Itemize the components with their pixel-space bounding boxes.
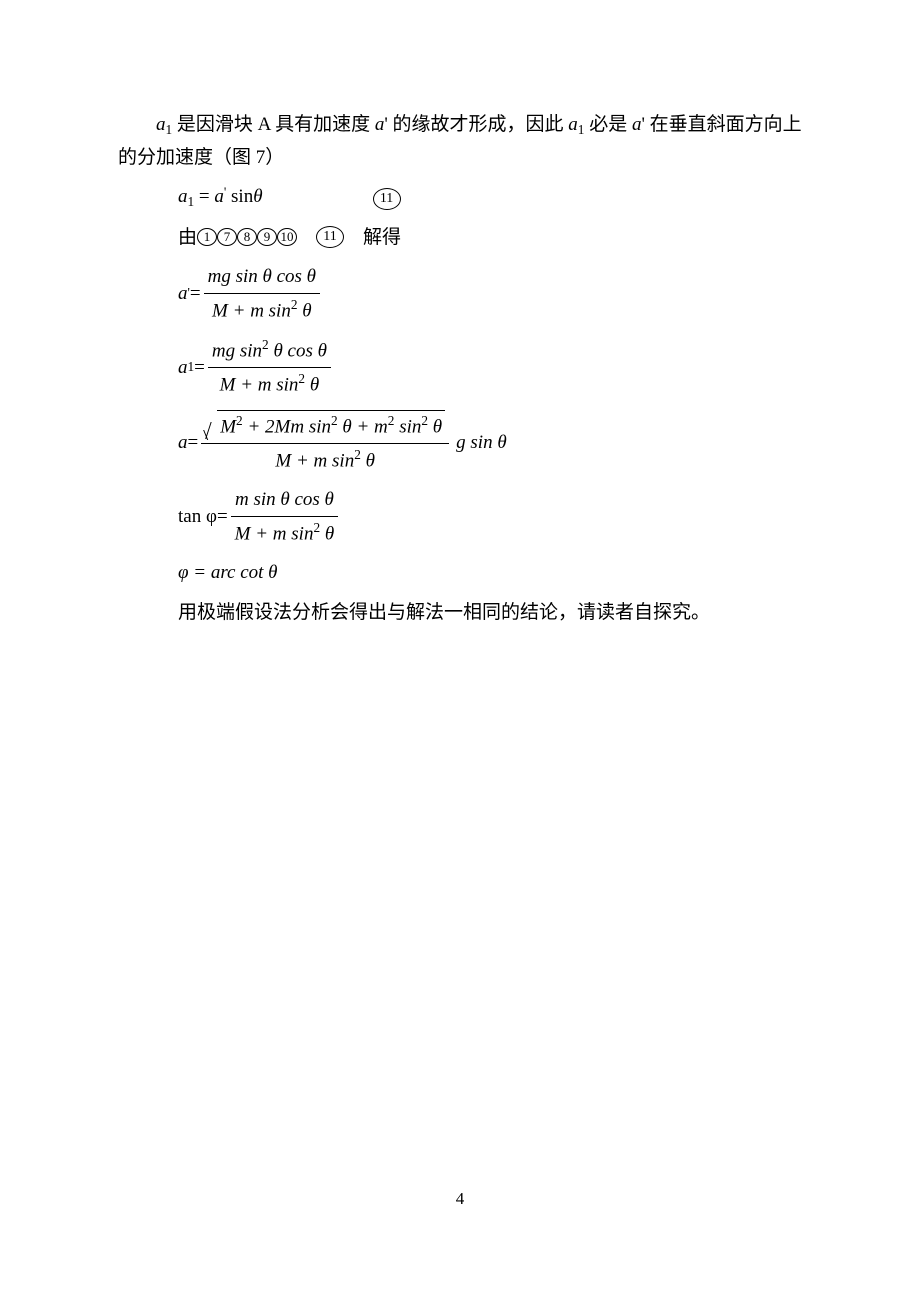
eqC-r4a: θ: [428, 416, 442, 437]
eqA-eq: =: [190, 279, 201, 308]
eqD-den-post: θ: [320, 523, 334, 544]
eqB-num-post: θ cos θ: [269, 341, 327, 362]
eq11-sin: sin: [226, 186, 253, 207]
equation-a: a = M2 + 2Mm sin2 θ + m2 sin2 θ M + m si…: [178, 410, 802, 476]
text: 必是: [589, 114, 627, 135]
var-aprime: a: [375, 114, 385, 135]
eqB-eq: =: [194, 353, 205, 382]
eqC-tail: g sin θ: [456, 428, 507, 457]
eqC-r2s: 2: [331, 413, 338, 428]
paragraph-1: a1 是因滑块 A 具有加速度 a' 的缘故才形成，因此 a1 必是 a' 在垂…: [118, 110, 802, 141]
eqD-frac: m sin θ cos θ M + m sin2 θ: [231, 485, 339, 548]
conclusion: 用极端假设法分析会得出与解法一相同的结论，请读者自探究。: [178, 598, 802, 627]
equation-tanphi: tan φ = m sin θ cos θ M + m sin2 θ: [178, 485, 802, 548]
eqB-frac: mg sin2 θ cos θ M + m sin2 θ: [208, 335, 331, 400]
equation-block: a1 = a' sinθ 11 由178910 11 解得 a' = mg si…: [178, 182, 802, 588]
eqC-lhs: a: [178, 428, 188, 457]
eqB-num-pre: mg sin: [212, 341, 262, 362]
equation-aprime: a' = mg sin θ cos θ M + m sin2 θ: [178, 262, 802, 325]
prime: ': [384, 114, 387, 135]
eqB-num-sup: 2: [262, 337, 269, 352]
prime-b: ': [641, 114, 644, 135]
eqD-eq: =: [217, 502, 228, 531]
eqB-lhs: a: [178, 353, 188, 382]
eq-label-11: 11: [373, 188, 401, 210]
ref-11: 11: [316, 226, 344, 248]
equation-a1: a1 = mg sin2 θ cos θ M + m sin2 θ: [178, 335, 802, 400]
eqC-r2b: θ + m: [338, 416, 388, 437]
eq11-ra: a: [214, 186, 224, 207]
sub-1: 1: [166, 122, 173, 137]
eqD-num: m sin θ cos θ: [235, 489, 334, 510]
text: 在垂直斜面方向上: [650, 114, 802, 135]
ref-9: 9: [257, 228, 277, 246]
eqE-text: φ = arc cot θ: [178, 558, 278, 587]
eqC-den-sup: 2: [354, 447, 361, 462]
refs-gap: [297, 223, 316, 252]
eqC-eq: =: [188, 428, 199, 457]
sub-1b: 1: [578, 122, 585, 137]
eq11-eq: =: [194, 186, 214, 207]
eqA-num: mg sin θ cos θ: [208, 266, 316, 287]
paragraph-1-line2: 的分加速度（图 7）: [118, 143, 802, 172]
eqB-sub: 1: [188, 357, 195, 378]
eqC-frac: M2 + 2Mm sin2 θ + m2 sin2 θ M + m sin2 θ: [201, 410, 449, 476]
ref-7: 7: [217, 228, 237, 246]
eqC-r2a: + 2Mm sin: [243, 416, 331, 437]
var-a1: a: [156, 114, 166, 135]
eq11-theta: θ: [253, 186, 262, 207]
sqrt: M2 + 2Mm sin2 θ + m2 sin2 θ: [205, 410, 445, 442]
eqB-den-post: θ: [305, 374, 319, 395]
eqD-den-pre: M + m sin: [235, 523, 314, 544]
eqC-den-post: θ: [361, 450, 375, 471]
eqC-den-pre: M + m sin: [275, 450, 354, 471]
text: 的缘故才形成，因此: [393, 114, 564, 135]
eqA-lhs: a: [178, 279, 188, 308]
eqC-r1s: 2: [236, 413, 243, 428]
page-number: 4: [0, 1186, 920, 1212]
text: 是因滑块 A 具有加速度: [177, 114, 370, 135]
page: a1 是因滑块 A 具有加速度 a' 的缘故才形成，因此 a1 必是 a' 在垂…: [0, 0, 920, 1302]
refs-pre: 由: [178, 223, 197, 252]
ref-10: 10: [277, 228, 297, 246]
eq11-a: a: [178, 186, 188, 207]
equation-phi: φ = arc cot θ: [178, 558, 802, 587]
ref-1: 1: [197, 228, 217, 246]
eqA-den-pre: M + m sin: [212, 300, 291, 321]
var-a1b: a: [568, 114, 578, 135]
eqB-den-pre: M + m sin: [220, 374, 299, 395]
eqA-frac: mg sin θ cos θ M + m sin2 θ: [204, 262, 320, 325]
equation-11: a1 = a' sinθ 11: [178, 182, 802, 213]
ref-8: 8: [237, 228, 257, 246]
eqA-den-sup: 2: [291, 297, 298, 312]
refs-post: 解得: [344, 223, 401, 252]
eqC-r3a: sin: [394, 416, 421, 437]
refs-line: 由178910 11 解得: [178, 223, 802, 252]
eqD-lhs: tan φ: [178, 502, 217, 531]
eqC-r1: M: [220, 416, 236, 437]
eqA-den-post: θ: [298, 300, 312, 321]
